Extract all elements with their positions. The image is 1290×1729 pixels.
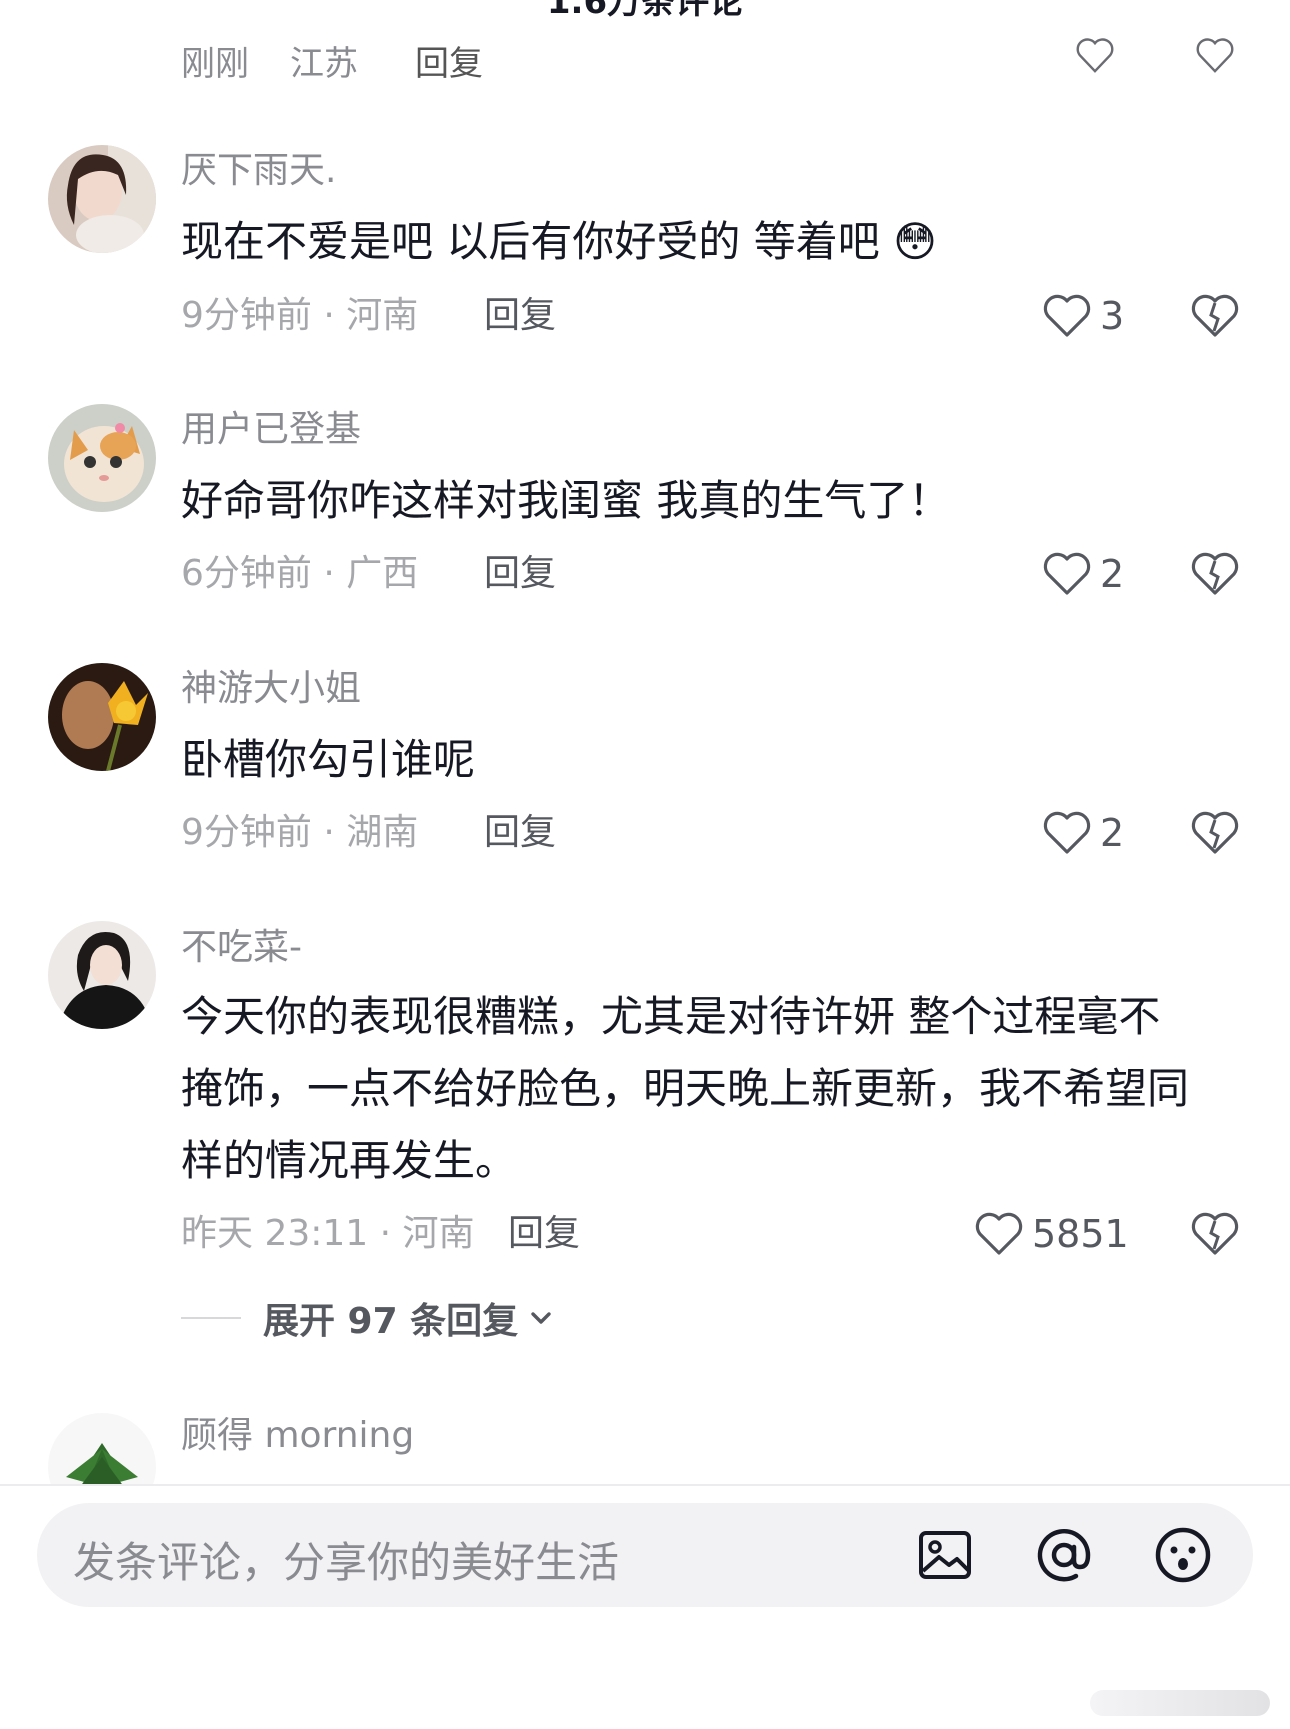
comment-input-placeholder: 发条评论，分享你的美好生活 bbox=[73, 1538, 620, 1587]
avatar[interactable] bbox=[48, 1413, 156, 1484]
watermark bbox=[1090, 1690, 1270, 1716]
comment-item: 顾得 morning bbox=[0, 0, 1290, 1484]
input-divider bbox=[0, 1484, 1290, 1486]
image-icon[interactable] bbox=[915, 1525, 975, 1585]
at-icon[interactable] bbox=[1034, 1525, 1094, 1585]
comment-input[interactable]: 发条评论，分享你的美好生活 bbox=[37, 1503, 1253, 1607]
username[interactable]: 顾得 morning bbox=[181, 1414, 414, 1458]
smiley-icon[interactable] bbox=[1153, 1525, 1213, 1585]
